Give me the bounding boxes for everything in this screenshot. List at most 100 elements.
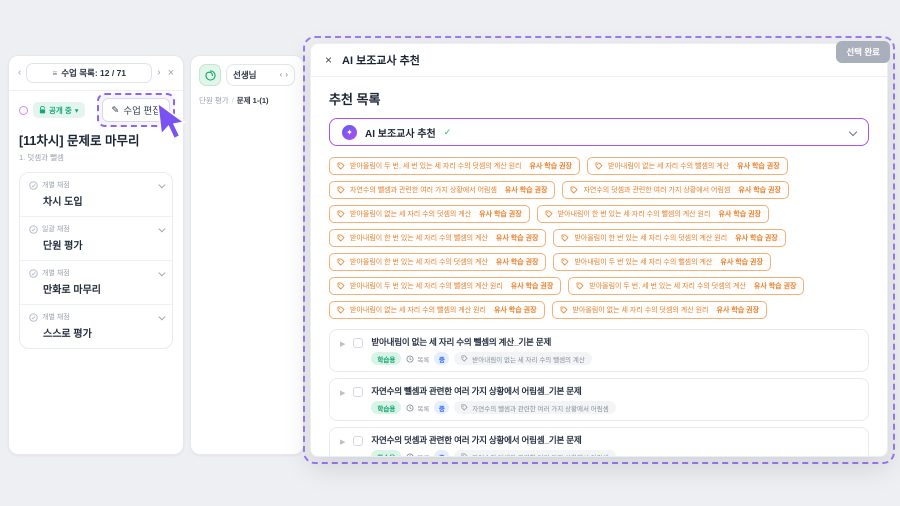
tag-recommend-label: 유사 학습 권장 xyxy=(505,185,548,195)
tag-label: 자연수의 뺄셈과 관련한 여러 가지 상황에서 어림셈 xyxy=(350,185,497,195)
ai-source-dropdown[interactable]: ✦ AI 보조교사 추천 ✓ xyxy=(329,118,869,146)
next-page-icon[interactable]: › xyxy=(285,71,288,79)
lesson-step-item[interactable]: 개별 채점 만화로 마무리 xyxy=(20,261,172,305)
expand-caret-icon[interactable]: ▶ xyxy=(340,340,345,348)
list-meta-label: 목록 xyxy=(417,452,429,458)
prev-lesson-icon[interactable]: ‹ xyxy=(18,68,21,78)
tag-icon xyxy=(560,306,568,314)
tag-label: 받아올림이 한 번 있는 세 자리 수의 덧셈의 계산 xyxy=(350,257,488,267)
ai-recommendation-modal: × AI 보조교사 추천 추천 목록 ✦ AI 보조교사 추천 ✓ 받아올림이 … xyxy=(310,43,888,457)
assistant-icon xyxy=(204,69,217,82)
expand-caret-icon[interactable]: ▶ xyxy=(340,438,345,446)
tag-icon xyxy=(461,404,468,411)
prev-page-icon[interactable]: ‹ xyxy=(280,71,283,79)
recommended-tag-chip[interactable]: 자연수의 덧셈과 관련한 여러 가지 상황에서 어림셈 유사 학습 권장 xyxy=(562,181,788,199)
breadcrumb-separator: / xyxy=(232,96,234,105)
recommended-tag-chip[interactable]: 받아올림이 없는 세 자리 수의 덧셈의 계산 유사 학습 권장 xyxy=(329,205,530,223)
modal-close-icon[interactable]: × xyxy=(325,54,332,66)
problem-checkbox[interactable] xyxy=(353,387,363,397)
grading-icon xyxy=(29,181,38,190)
breadcrumb-current: 문제 1-(1) xyxy=(237,95,269,106)
list-meta: 목록 xyxy=(406,403,429,413)
tag-recommend-label: 유사 학습 권장 xyxy=(754,281,797,291)
lesson-step-item[interactable]: 개별 채점 스스로 평가 xyxy=(20,305,172,348)
tag-icon xyxy=(337,234,345,242)
step-name: 만화로 마무리 xyxy=(29,281,163,296)
assistant-logo-button[interactable] xyxy=(199,64,221,86)
step-name: 스스로 평가 xyxy=(29,325,163,340)
tag-icon xyxy=(337,162,345,170)
problem-tag-pill: 자연수의 덧셈과 관련한 여러 가지 상황에서 어림셈 xyxy=(454,450,615,457)
recommended-tag-chip[interactable]: 받아내림이 없는 세 자리 수의 뺄셈의 계산 원리 유사 학습 권장 xyxy=(329,301,545,319)
dropdown-selected-label: AI 보조교사 추천 xyxy=(365,125,436,140)
next-lesson-icon[interactable]: › xyxy=(157,68,160,78)
tag-recommend-label: 유사 학습 권장 xyxy=(511,281,554,291)
problem-set-list: ▶ 받아내림이 없는 세 자리 수의 뺄셈의 계산_기본 문제 학습용 목록 중 xyxy=(329,329,869,457)
badge-caret-icon: ▾ xyxy=(75,106,79,115)
list-icon xyxy=(406,355,414,363)
close-panel-icon[interactable]: × xyxy=(168,68,174,79)
problem-tag-label: 자연수의 덧셈과 관련한 여러 가지 상황에서 어림셈 xyxy=(472,452,608,458)
tag-recommend-label: 유사 학습 권장 xyxy=(479,209,522,219)
complete-selection-button[interactable]: 선택 완료 xyxy=(836,41,890,63)
grading-type-label: 개별 채점 xyxy=(42,180,70,190)
recommendation-section-title: 추천 목록 xyxy=(329,89,869,108)
recommended-tag-chip[interactable]: 자연수의 뺄셈과 관련한 여러 가지 상황에서 어림셈 유사 학습 권장 xyxy=(329,181,555,199)
lesson-step-item[interactable]: 개별 채점 차시 도입 xyxy=(20,173,172,217)
tag-icon xyxy=(570,186,578,194)
recommended-tag-chip[interactable]: 받아내림이 두 번 있는 세 자리 수의 뺄셈의 계산 원리 유사 학습 권장 xyxy=(329,277,561,295)
recommended-tag-chip[interactable]: 받아올림이 두 번, 세 번 있는 세 자리 수의 덧셈의 계산 유사 학습 권… xyxy=(568,277,804,295)
lesson-nav: ‹ ≡ 수업 목록: 12 / 71 › × xyxy=(9,56,183,91)
tag-recommend-label: 유사 학습 권장 xyxy=(738,185,781,195)
breadcrumb: 단원 평가 / 문제 1-(1) xyxy=(199,95,295,106)
chevron-down-icon[interactable] xyxy=(158,225,164,231)
lesson-status-icon xyxy=(19,106,28,115)
chevron-down-icon[interactable] xyxy=(158,313,164,319)
problem-tag-pill: 자연수의 뺄셈과 관련한 여러 가지 상황에서 어림셈 xyxy=(454,401,615,414)
problem-set-row[interactable]: ▶ 자연수의 뺄셈과 관련한 여러 가지 상황에서 어림셈_기본 문제 학습용 … xyxy=(329,378,869,421)
problem-checkbox[interactable] xyxy=(353,436,363,446)
problem-tag-label: 받아내림이 없는 세 자리 수의 뺄셈의 계산 xyxy=(472,354,585,364)
recommended-tag-chip[interactable]: 받아내림이 없는 세 자리 수의 뺄셈의 계산 유사 학습 권장 xyxy=(587,157,788,175)
recommended-tag-chip[interactable]: 받아내림이 한 번 있는 세 자리 수의 뺄셈의 계산 유사 학습 권장 xyxy=(329,229,546,247)
difficulty-badge: 중 xyxy=(434,352,449,365)
lesson-step-list: 개별 채점 차시 도입 일괄 채점 단원 평가 xyxy=(19,172,173,349)
recommended-tag-chip[interactable]: 받아올림이 두 번, 세 번 있는 세 자리 수의 덧셈의 계산 원리 유사 학… xyxy=(329,157,580,175)
chevron-down-icon[interactable] xyxy=(158,181,164,187)
list-meta: 목록 xyxy=(406,354,429,364)
tag-label: 받아내림이 한 번 있는 세 자리 수의 뺄셈의 계산 원리 xyxy=(558,209,711,219)
tag-label: 받아올림이 없는 세 자리 수의 덧셈의 계산 xyxy=(350,209,471,219)
tag-label: 받아내림이 한 번 있는 세 자리 수의 뺄셈의 계산 xyxy=(350,233,488,243)
problem-set-row[interactable]: ▶ 자연수의 덧셈과 관련한 여러 가지 상황에서 어림셈_기본 문제 학습용 … xyxy=(329,427,869,457)
recommended-tag-chip[interactable]: 받아올림이 한 번 있는 세 자리 수의 덧셈의 계산 원리 유사 학습 권장 xyxy=(553,229,785,247)
tag-recommend-label: 유사 학습 권장 xyxy=(735,233,778,243)
step-name: 단원 평가 xyxy=(29,237,163,252)
breadcrumb-parent[interactable]: 단원 평가 xyxy=(199,95,229,106)
lesson-step-item[interactable]: 일괄 채점 단원 평가 xyxy=(20,217,172,261)
lesson-count-pill[interactable]: ≡ 수업 목록: 12 / 71 xyxy=(26,63,152,83)
expand-caret-icon[interactable]: ▶ xyxy=(340,389,345,397)
chevron-down-icon[interactable] xyxy=(158,269,164,275)
list-icon xyxy=(406,453,414,458)
tag-icon xyxy=(337,186,345,194)
recommended-tag-chip[interactable]: 받아내림이 한 번 있는 세 자리 수의 뺄셈의 계산 원리 유사 학습 권장 xyxy=(537,205,769,223)
tag-label: 받아내림이 없는 세 자리 수의 뺄셈의 계산 원리 xyxy=(350,305,486,315)
tag-icon xyxy=(595,162,603,170)
recommended-tag-chip[interactable]: 받아내림이 두 번 있는 세 자리 수의 뺄셈의 계산 유사 학습 권장 xyxy=(553,253,770,271)
tag-icon xyxy=(561,258,569,266)
tag-icon xyxy=(461,453,468,457)
problem-checkbox[interactable] xyxy=(353,338,363,348)
recommended-tag-chip[interactable]: 받아올림이 없는 세 자리 수의 덧셈의 계산 원리 유사 학습 권장 xyxy=(552,301,768,319)
tag-icon xyxy=(337,282,345,290)
tag-icon xyxy=(337,258,345,266)
tag-label: 자연수의 덧셈과 관련한 여러 가지 상황에서 어림셈 xyxy=(583,185,730,195)
tag-label: 받아내림이 두 번 있는 세 자리 수의 뺄셈의 계산 원리 xyxy=(350,281,503,291)
grading-type-label: 개별 채점 xyxy=(42,268,70,278)
published-badge[interactable]: 공개 중 ▾ xyxy=(33,102,85,118)
tag-recommend-label: 유사 학습 권장 xyxy=(718,209,761,219)
tag-icon xyxy=(461,355,468,362)
problem-set-row[interactable]: ▶ 받아내림이 없는 세 자리 수의 뺄셈의 계산_기본 문제 학습용 목록 중 xyxy=(329,329,869,372)
viewer-role-pill[interactable]: 선생님 ‹ › xyxy=(226,64,295,86)
recommended-tag-chip[interactable]: 받아올림이 한 번 있는 세 자리 수의 덧셈의 계산 유사 학습 권장 xyxy=(329,253,546,271)
check-icon: ✓ xyxy=(444,127,452,138)
